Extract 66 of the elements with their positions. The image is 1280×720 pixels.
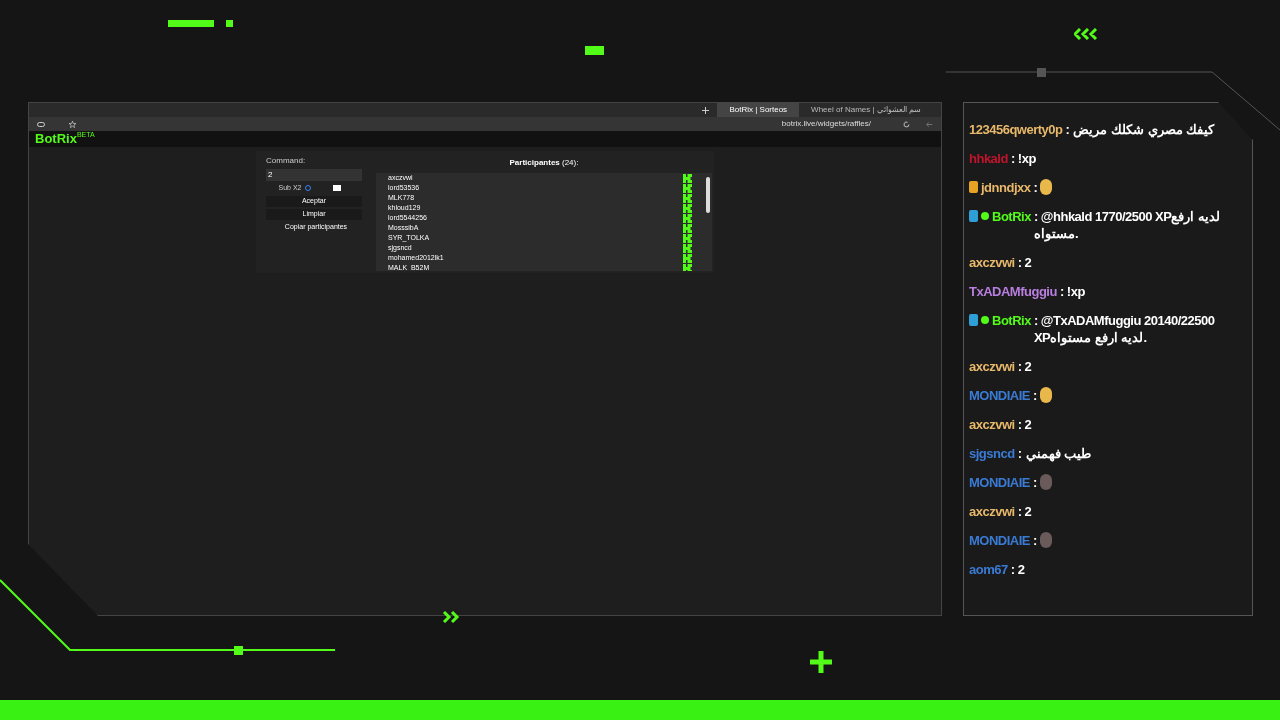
- command-label: Command:: [265, 155, 307, 167]
- chat-username[interactable]: sjgsncd: [969, 445, 1015, 462]
- k-icon: [683, 193, 692, 203]
- chat-username[interactable]: 123456qwerty0p: [969, 121, 1063, 138]
- k-icon: [683, 183, 692, 193]
- k-icon: [683, 203, 692, 213]
- k-icon: [683, 253, 692, 263]
- address-bar[interactable]: botrix.live/widgets/raffles/: [781, 118, 871, 130]
- chat-message: : @TxADAMfuggiu 20140/22500 XPلديه ارفع مستواه.: [1033, 312, 1216, 346]
- chat-message: : 2: [1017, 358, 1032, 375]
- badge-icon: [969, 181, 978, 193]
- reload-icon[interactable]: [903, 120, 910, 128]
- chat-username[interactable]: BotRix: [992, 208, 1031, 225]
- chat-message: : 2: [1010, 561, 1025, 578]
- chat-username[interactable]: axczvwi: [969, 254, 1015, 271]
- tab[interactable]: BotRix | Sorteos: [717, 103, 800, 117]
- chat-message: : 2: [1017, 503, 1032, 520]
- verified-icon: [981, 316, 989, 324]
- chat-username[interactable]: MONDIAIE: [969, 474, 1030, 491]
- chat-message: : طيب فهمني: [1017, 445, 1092, 462]
- chat-username[interactable]: MONDIAIE: [969, 387, 1030, 404]
- chat-username[interactable]: BotRix: [992, 312, 1031, 329]
- accent-bar: [168, 20, 214, 27]
- emote-icon: [1040, 179, 1053, 195]
- chat-message: :: [1033, 387, 1037, 404]
- chat-message: :: [1033, 474, 1037, 491]
- chevrons-icon: [442, 611, 460, 623]
- chat-username[interactable]: axczvwi: [969, 358, 1015, 375]
- chat-message: :: [1033, 179, 1038, 196]
- chat-username[interactable]: axczvwi: [969, 503, 1015, 520]
- new-tab-icon[interactable]: [702, 106, 710, 114]
- eye-icon[interactable]: [37, 121, 45, 127]
- chat-message: : !xp: [1010, 150, 1036, 167]
- k-icon: [683, 223, 692, 233]
- chat-username[interactable]: MONDIAIE: [969, 532, 1030, 549]
- chat-message: : كيفك مصري شكلك مريض: [1065, 121, 1215, 138]
- command-field[interactable]: 2: [266, 169, 362, 181]
- verified-icon: [981, 212, 989, 220]
- chevrons-icon: [1074, 28, 1100, 40]
- checkbox[interactable]: [333, 185, 342, 192]
- accent-bar: [585, 46, 604, 55]
- chat-message: : 2: [1017, 416, 1032, 433]
- accent-square: [226, 20, 233, 27]
- chat-message: : @hhkald 1770/2500 XPلديه ارفع مستواه.: [1033, 208, 1222, 242]
- plus-icon: [808, 649, 834, 675]
- emote-icon: [1039, 474, 1052, 490]
- participants-title: Participantes (24):: [509, 158, 579, 167]
- k-icon: [683, 243, 692, 253]
- emote-icon: [1039, 387, 1052, 403]
- chat-message: : 2: [1017, 254, 1032, 271]
- chat-username[interactable]: TxADAMfuggiu: [969, 283, 1057, 300]
- emote-icon: [1039, 532, 1052, 548]
- badge-icon: [969, 210, 978, 222]
- badge-icon: [969, 314, 978, 326]
- logo[interactable]: BotRix: [35, 131, 77, 147]
- chat-username[interactable]: axczvwi: [969, 416, 1015, 433]
- chat-username[interactable]: aom67: [969, 561, 1008, 578]
- tab[interactable]: Wheel of Names | سم العشوائي: [799, 103, 933, 117]
- k-icon: [683, 233, 692, 243]
- chat-message: :: [1033, 532, 1037, 549]
- k-icon: [683, 173, 692, 183]
- back-icon[interactable]: [926, 120, 933, 128]
- chat-message: : !xp: [1059, 283, 1085, 300]
- star-icon[interactable]: [69, 120, 76, 128]
- chat-username[interactable]: jdnndjxx: [981, 179, 1031, 196]
- k-icon: [683, 213, 692, 223]
